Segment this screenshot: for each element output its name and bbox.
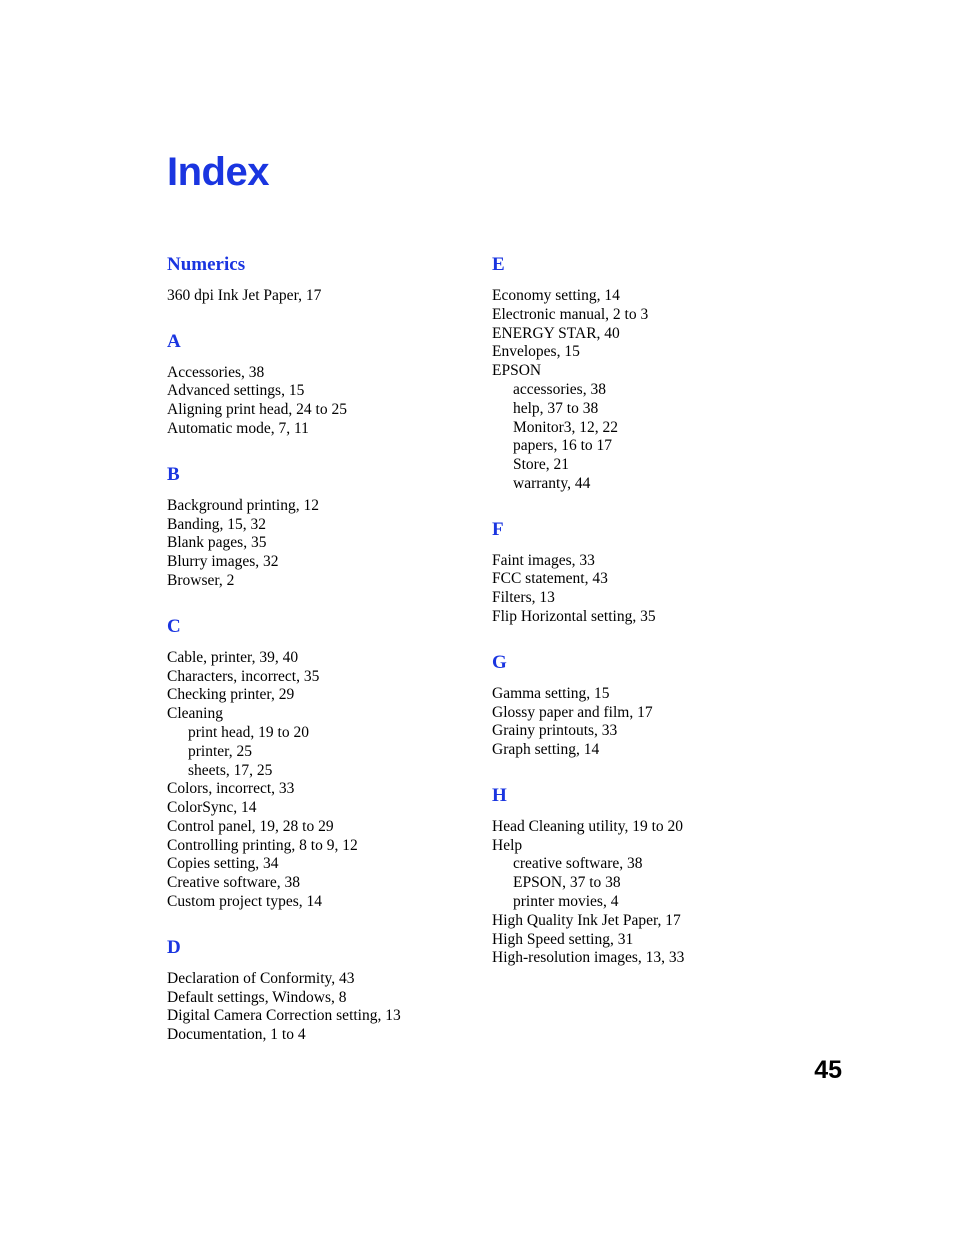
index-entry: Checking printer, 29 [167,686,295,704]
index-section: D Declaration of Conformity, 43 Default se… [167,936,467,1045]
index-entry: Documentation, 1 to 4 [167,1026,306,1044]
index-section: F Faint images, 33 FCC statement, 43 Filter… [492,518,812,627]
index-subentry: warranty, 44 [513,474,591,492]
index-entry: 360 dpi Ink Jet Paper, 17 [167,286,322,304]
section-heading: G [492,651,507,673]
index-entry: High Speed setting, 31 [492,930,634,948]
index-entry: Help [492,836,523,854]
index-entry: ColorSync, 14 [167,799,257,817]
index-entry: High Quality Ink Jet Paper, 17 [492,911,681,929]
index-entry: Automatic mode, 7, 11 [167,420,309,438]
index-entry: Control panel, 19, 28 to 29 [167,817,334,835]
index-entry: Grainy printouts, 33 [492,722,618,740]
index-subentry: Monitor3, 12, 22 [513,418,619,436]
index-column-right: E Economy setting, 14 Electronic manual, 2… [492,255,812,968]
page-title: Index [167,150,269,194]
index-section: Numerics 360 dpi Ink Jet Paper, 17 [167,255,467,306]
index-subentry: print head, 19 to 20 [188,723,309,741]
index-entry: Characters, incorrect, 35 [167,667,320,685]
index-entry: Head Cleaning utility, 19 to 20 [492,817,683,835]
index-page: Index Numerics 360 dpi Ink Jet Paper, 17 A… [0,0,954,1235]
index-entry-list: Head Cleaning utility, 19 to 20 Help creat… [492,818,812,968]
index-entry-list: Cable, printer, 39, 40 Characters, incorr… [167,649,467,912]
index-entry: Background printing, 12 [167,496,319,514]
index-entry: Cable, printer, 39, 40 [167,648,299,666]
index-entry: Flip Horizontal setting, 35 [492,608,656,626]
index-entry-list: Faint images, 33 FCC statement, 43 Filters… [492,552,812,627]
index-entry: Declaration of Conformity, 43 [167,969,355,987]
index-entry: Glossy paper and film, 17 [492,703,653,721]
index-subentry: EPSON, 37 to 38 [513,874,621,892]
section-heading: E [492,254,505,275]
index-subentry: help, 37 to 38 [513,399,599,417]
index-entry: Copies setting, 34 [167,855,279,873]
index-entry: Digital Camera Correction setting, 13 [167,1007,401,1025]
section-heading: C [167,615,181,637]
index-subentry: Store, 21 [513,456,569,474]
index-entry: Default settings, Windows, 8 [167,988,347,1006]
index-section: B Background printing, 12 Banding, 15, 32 B… [167,463,467,591]
index-entry: ENERGY STAR, 40 [492,324,620,342]
index-section: E Economy setting, 14 Electronic manual, 2… [492,255,812,494]
index-entry: Cleaning [167,705,223,723]
index-entry: Gamma setting, 15 [492,684,610,702]
index-entry-list: Accessories, 38 Advanced settings, 15 Alig… [167,364,467,439]
index-section: G Gamma setting, 15 Glossy paper and film,… [492,651,812,760]
index-subentry: sheets, 17, 25 [188,761,273,779]
index-entry: Electronic manual, 2 to 3 [492,305,649,323]
index-column-left: Numerics 360 dpi Ink Jet Paper, 17 A Access… [167,255,467,1045]
index-section: H Head Cleaning utility, 19 to 20 Help crea… [492,786,812,968]
index-entry: Blurry images, 32 [167,553,279,571]
index-entry: Economy setting, 14 [492,286,620,304]
index-entry: Accessories, 38 [167,363,265,381]
section-heading: B [167,463,180,485]
index-entry: Envelopes, 15 [492,343,580,361]
index-entry: Colors, incorrect, 33 [167,780,295,798]
section-heading: D [167,936,181,958]
section-heading: H [492,784,507,806]
index-entry: Filters, 13 [492,589,555,607]
index-subentry: creative software, 38 [513,855,643,873]
index-entry: Controlling printing, 8 to 9, 12 [167,836,358,854]
index-entry: FCC statement, 43 [492,570,608,588]
index-entry-list: 360 dpi Ink Jet Paper, 17 [167,287,467,306]
index-entry: Advanced settings, 15 [167,382,305,400]
index-section: C Cable, printer, 39, 40 Characters, incor… [167,615,467,912]
index-section: A Accessories, 38 Advanced settings, 15 Ali… [167,330,467,439]
index-entry: Blank pages, 35 [167,534,267,552]
index-subentry: printer, 25 [188,742,252,760]
index-entry: EPSON [492,362,542,380]
index-entry: Browser, 2 [167,571,235,589]
index-entry-list: Gamma setting, 15 Glossy paper and film, … [492,685,812,760]
index-entry: Creative software, 38 [167,874,300,892]
index-subentry: accessories, 38 [513,380,606,398]
index-entry: High-resolution images, 13, 33 [492,949,685,967]
index-subentry: printer movies, 4 [513,893,619,911]
index-entry: Faint images, 33 [492,551,595,569]
index-entry-list: Economy setting, 14 Electronic manual, 2 … [492,287,812,494]
index-entry: Custom project types, 14 [167,893,322,911]
section-heading: Numerics [167,254,246,275]
index-subentry: papers, 16 to 17 [513,437,613,455]
index-entry: Aligning print head, 24 to 25 [167,401,347,419]
index-entry-list: Background printing, 12 Banding, 15, 32 Bl… [167,497,467,591]
section-heading: A [167,330,181,352]
section-heading: F [492,518,504,540]
page-number: 45 [814,1056,842,1084]
index-entry-list: Declaration of Conformity, 43 Default set… [167,970,467,1045]
index-entry: Banding, 15, 32 [167,515,267,533]
index-entry: Graph setting, 14 [492,741,600,759]
